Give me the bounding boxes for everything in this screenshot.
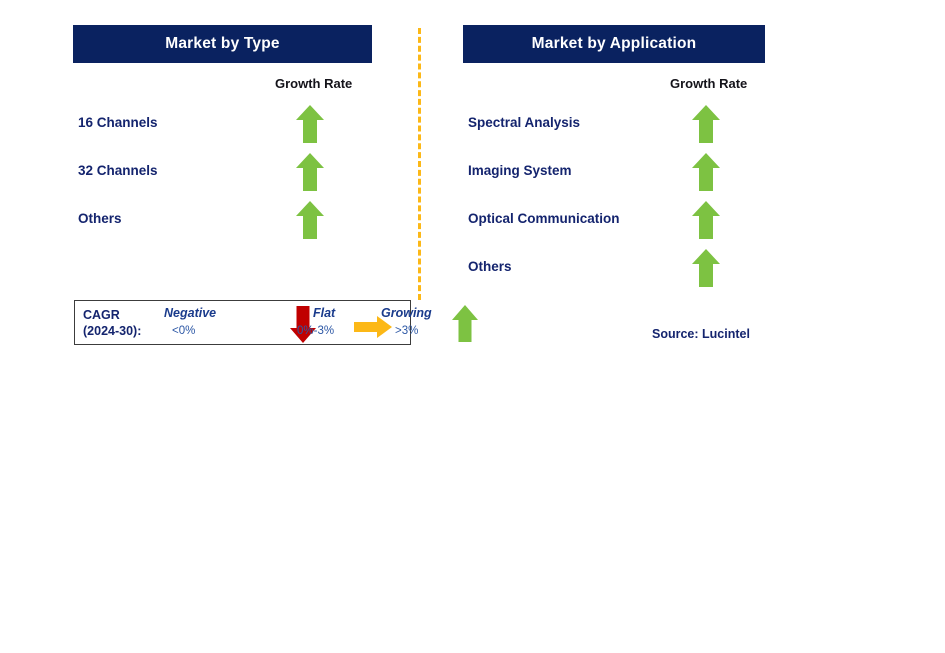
segment-label: Others [468,259,512,274]
legend-negative-value: <0% [172,325,196,337]
infographic-canvas: Market by Type Growth Rate 16 Channels 3… [0,0,945,653]
arrow-up-icon [295,200,325,240]
market-by-application-title: Market by Application [531,35,697,52]
legend-negative-title: Negative [164,306,217,320]
market-by-type-rows: 16 Channels 32 Channels Others [73,104,372,248]
source-label: Source: Lucintel [652,327,750,341]
market-by-type-banner: Market by Type [73,25,372,63]
arrow-up-icon [451,304,479,344]
segment-label: 32 Channels [78,163,158,178]
legend-item-negative: Negative <0% [157,301,316,344]
table-row: Others [463,248,765,296]
legend-item-flat: Flat 0%-3% [240,301,392,344]
legend-growing-value: >3% [395,325,419,337]
arrow-up-icon [691,104,721,144]
market-by-application-banner: Market by Application [463,25,765,63]
cagr-legend: CAGR (2024-30): Negative <0% Flat 0%-3% [74,300,478,345]
segment-label: Others [78,211,122,226]
growth-rate-label-right: Growth Rate [670,76,748,91]
segment-label: 16 Channels [78,115,158,130]
growth-rate-label-left: Growth Rate [275,76,353,91]
arrow-up-icon [295,104,325,144]
legend-growing-title: Growing [381,306,432,320]
table-row: 32 Channels [73,152,372,200]
table-row: Spectral Analysis [463,104,765,152]
arrow-up-icon [691,200,721,240]
arrow-up-icon [295,152,325,192]
table-row: Imaging System [463,152,765,200]
segment-label: Spectral Analysis [468,115,581,130]
table-row: Others [73,200,372,248]
legend-cagr-line1: CAGR [83,308,120,322]
market-by-application-rows: Spectral Analysis Imaging System Optical… [463,104,765,296]
arrow-up-icon [691,152,721,192]
arrow-up-icon [691,248,721,288]
column-divider [418,28,421,300]
segment-label: Optical Communication [468,211,620,226]
table-row: 16 Channels [73,104,372,152]
market-by-type-title: Market by Type [165,35,280,52]
legend-cagr-label: CAGR (2024-30): [83,307,141,339]
legend-cagr-line2: (2024-30): [83,324,142,338]
segment-label: Imaging System [468,163,572,178]
table-row: Optical Communication [463,200,765,248]
legend-item-growing: Growing >3% [323,301,478,344]
